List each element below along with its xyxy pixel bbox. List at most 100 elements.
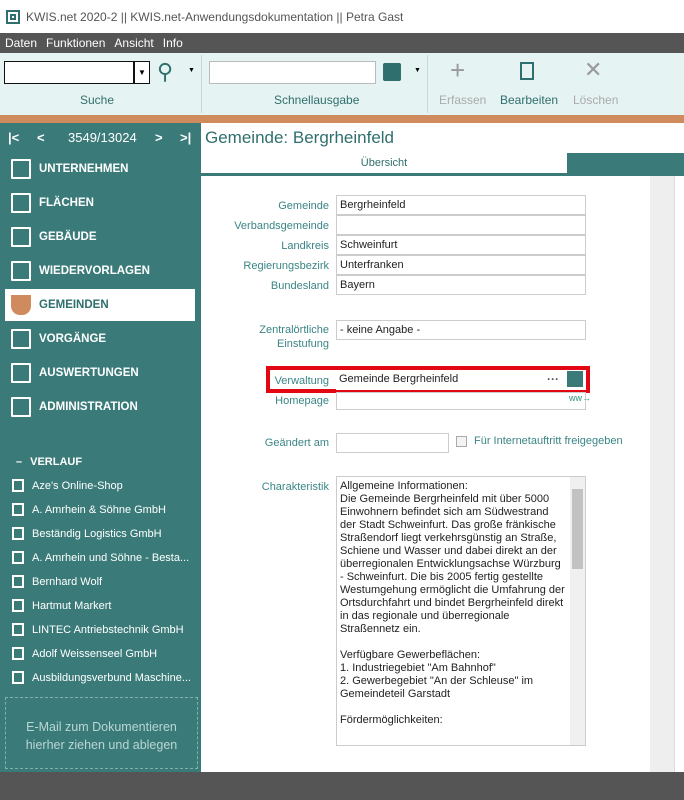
door-icon <box>12 647 24 660</box>
sidebar-item-label: VORGÄNGE <box>39 333 107 345</box>
history-item[interactable]: LINTEC Antriebstechnik GmbH <box>12 623 184 636</box>
building-icon <box>11 159 31 179</box>
landkreis-field[interactable]: Schweinfurt <box>336 235 586 255</box>
textarea-scrollbar[interactable] <box>570 477 585 745</box>
sidebar-item-label: WIEDERVORLAGEN <box>39 265 150 277</box>
building-icon <box>12 575 24 588</box>
toolbar: ▼ ⚲ ▼ Suche ▼ Schnellausgabe + Erfassen … <box>0 53 684 115</box>
web-link-icon[interactable]: ww→ <box>569 393 591 403</box>
previous-record-button[interactable]: < <box>37 130 45 145</box>
gemeinde-label: Gemeinde <box>278 200 329 212</box>
land-label: Bundesland <box>270 280 329 292</box>
history-item[interactable]: Aze's Online-Shop <box>12 479 123 492</box>
history-item[interactable]: Adolf Weissenseel GmbH <box>12 647 157 660</box>
printer-icon[interactable] <box>383 63 401 81</box>
record-position: 3549/13024 <box>68 129 137 145</box>
quick-output-input[interactable] <box>209 61 376 84</box>
door-icon <box>12 671 24 684</box>
more-icon[interactable]: ··· <box>547 372 559 386</box>
sidebar-item-label: AUSWERTUNGEN <box>39 367 139 379</box>
edit-button[interactable]: Bearbeiten <box>500 93 558 107</box>
menu-funktionen[interactable]: Funktionen <box>46 36 105 50</box>
building-icon <box>12 479 24 492</box>
tab-strip <box>567 153 684 173</box>
building-icon <box>12 623 24 636</box>
plus-icon: + <box>450 55 466 85</box>
calendar-icon <box>11 261 31 281</box>
search-label: Suche <box>80 93 115 107</box>
next-record-button[interactable]: > <box>155 130 163 145</box>
accent-stripe <box>0 115 684 123</box>
menu-daten[interactable]: Daten <box>5 36 37 50</box>
history-item[interactable]: Bernhard Wolf <box>12 575 102 588</box>
print-options-icon[interactable]: ▼ <box>414 67 421 74</box>
history-item[interactable]: Hartmut Markert <box>12 599 111 612</box>
shield-icon <box>11 295 31 315</box>
sidebar-item-auswertungen[interactable]: AUSWERTUNGEN <box>5 357 195 389</box>
sidebar-item-unternehmen[interactable]: UNTERNEHMEN <box>5 153 195 185</box>
bezirk-field[interactable]: Unterfranken <box>336 255 586 275</box>
search-input[interactable] <box>4 61 134 84</box>
building-icon[interactable] <box>567 371 583 387</box>
homepage-field[interactable] <box>336 392 586 410</box>
homepage-label: Homepage <box>275 395 329 407</box>
last-record-button[interactable]: >| <box>180 130 191 145</box>
landkreis-label: Landkreis <box>281 240 329 252</box>
history-heading: – VERLAUF <box>16 456 83 468</box>
door-icon <box>12 551 24 564</box>
sidebar-item-administration[interactable]: ADMINISTRATION <box>5 391 195 423</box>
quick-output-label: Schnellausgabe <box>274 93 360 107</box>
gemeinde-field[interactable]: Bergrheinfeld <box>336 195 586 215</box>
sidebar-item-label: ADMINISTRATION <box>39 401 138 413</box>
create-button[interactable]: Erfassen <box>439 93 486 107</box>
verband-field[interactable] <box>336 215 586 235</box>
title-bar: KWIS.net 2020-2 || KWIS.net-Anwendungsdo… <box>0 0 684 33</box>
internet-label: Für Internetauftritt freigegeben <box>474 435 623 447</box>
verband-label: Verbandsgemeinde <box>234 220 329 232</box>
sliders-icon <box>11 397 31 417</box>
edit-icon <box>520 62 534 80</box>
history-item[interactable]: A. Amrhein und Söhne - Besta... <box>12 551 189 564</box>
chart-icon <box>11 363 31 383</box>
history-item[interactable]: Ausbildungsverbund Maschine... <box>12 671 191 684</box>
menu-info[interactable]: Info <box>163 36 183 50</box>
sidebar-item-gemeinden[interactable]: GEMEINDEN <box>5 289 195 321</box>
history-item[interactable]: A. Amrhein & Söhne GmbH <box>12 503 166 516</box>
verwaltung-label: Verwaltung <box>274 375 329 387</box>
sidebar: |< < 3549/13024 > >| UNTERNEHMEN FLÄCHEN… <box>0 123 201 773</box>
building-icon <box>12 503 24 516</box>
page-title: Gemeinde: Bergrheinfeld <box>205 128 395 147</box>
bezirk-label: Regierungsbezirk <box>243 260 329 272</box>
delete-icon: ✕ <box>584 57 603 82</box>
sidebar-item-gebaeude[interactable]: GEBÄUDE <box>5 221 195 253</box>
sidebar-item-vorgaenge[interactable]: VORGÄNGE <box>5 323 195 355</box>
sidebar-item-label: GEBÄUDE <box>39 231 97 243</box>
menu-bar: Daten Funktionen Ansicht Info <box>0 33 684 53</box>
search-options-icon[interactable]: ▼ <box>188 67 195 74</box>
geaendert-label: Geändert am <box>264 437 329 449</box>
history-item[interactable]: Beständig Logistics GmbH <box>12 527 162 540</box>
building-icon <box>12 599 24 612</box>
internet-checkbox[interactable] <box>456 436 467 447</box>
app-icon <box>6 9 20 24</box>
sidebar-item-wiedervorlagen[interactable]: WIEDERVORLAGEN <box>5 255 195 287</box>
sidebar-item-label: UNTERNEHMEN <box>39 163 129 175</box>
menu-ansicht[interactable]: Ansicht <box>114 36 153 50</box>
search-icon[interactable]: ⚲ <box>157 59 173 85</box>
land-field[interactable]: Bayern <box>336 275 586 295</box>
characteristic-textarea[interactable]: Allgemeine Informationen: Die Gemeinde B… <box>336 476 586 746</box>
search-dropdown-button[interactable]: ▼ <box>134 61 150 84</box>
zentral-label: Zentralörtliche Einstufung <box>259 324 329 350</box>
building-icon <box>12 527 24 540</box>
sidebar-item-flaechen[interactable]: FLÄCHEN <box>5 187 195 219</box>
zentral-select[interactable]: - keine Angabe - <box>336 320 586 340</box>
email-drop-zone[interactable]: E-Mail zum Dokumentieren hierher ziehen … <box>5 697 198 769</box>
delete-button[interactable]: Löschen <box>573 93 618 107</box>
tab-uebersicht[interactable]: Übersicht <box>201 153 567 173</box>
record-navigator: |< < 3549/13024 > >| <box>0 123 201 151</box>
door-icon <box>11 329 31 349</box>
first-record-button[interactable]: |< <box>8 130 19 145</box>
geaendert-field[interactable] <box>336 433 449 453</box>
char-label: Charakteristik <box>261 481 329 493</box>
window-title: KWIS.net 2020-2 || KWIS.net-Anwendungsdo… <box>26 9 404 24</box>
